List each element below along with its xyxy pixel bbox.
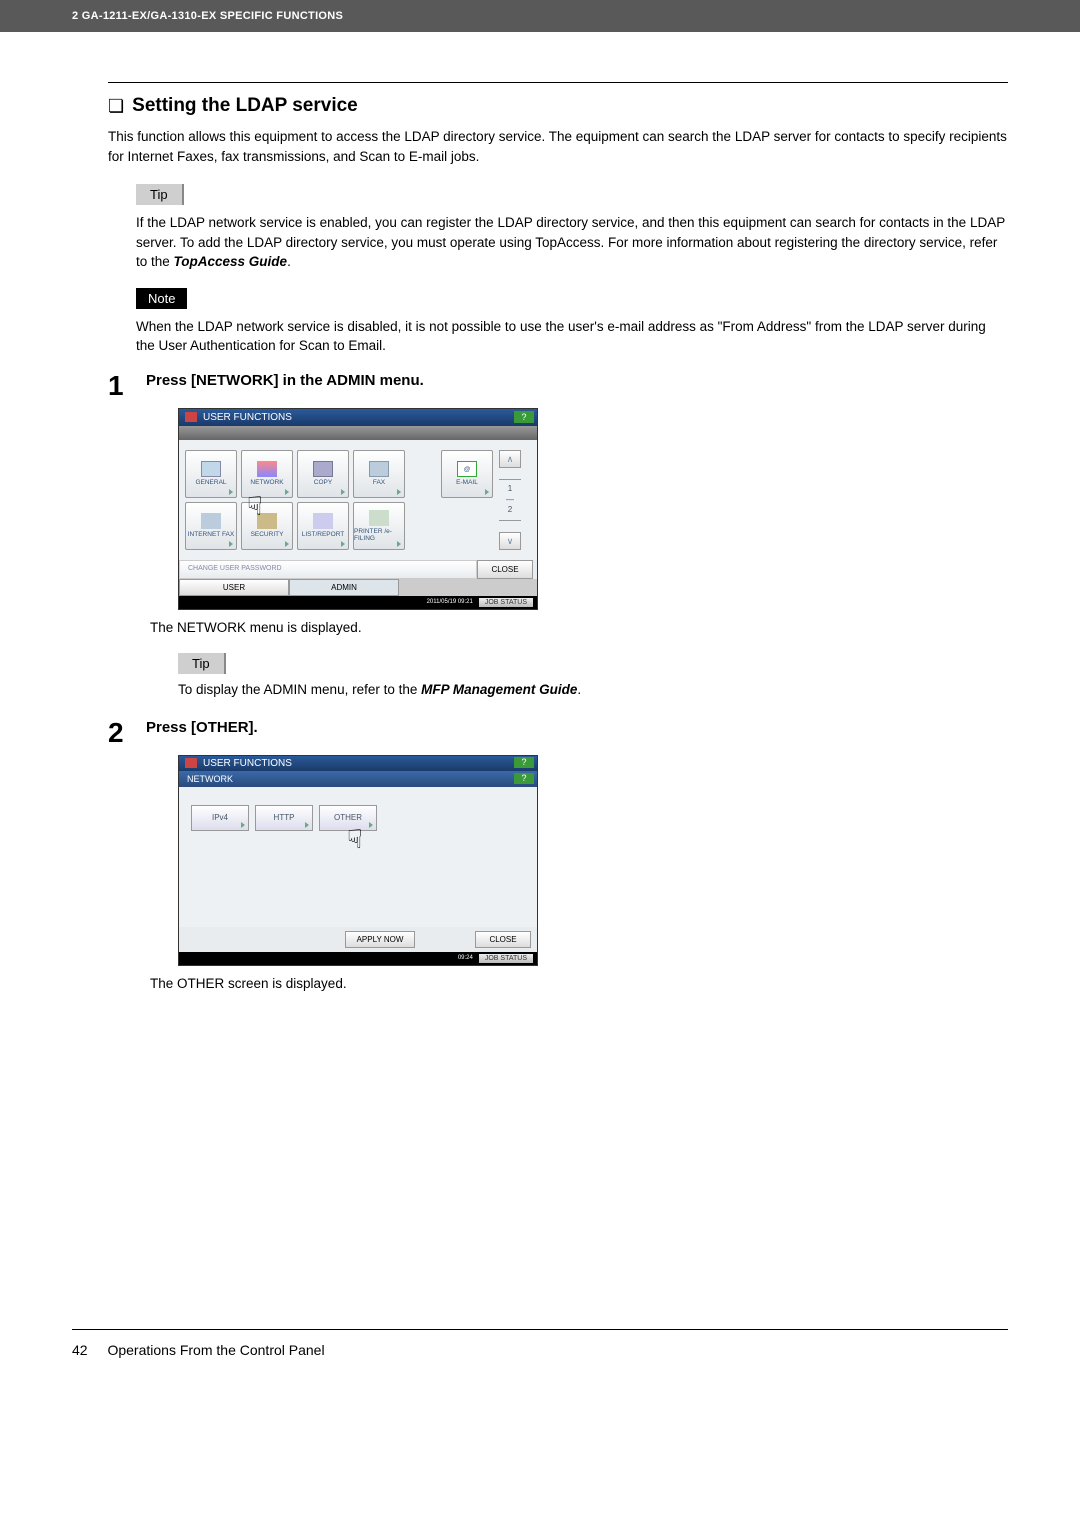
internet-fax-button[interactable]: INTERNET FAX	[185, 502, 237, 550]
home-icon[interactable]	[185, 412, 197, 422]
scroll-up-icon[interactable]: ∧	[499, 450, 521, 468]
tip-label: Tip	[136, 184, 184, 205]
step1-after: The NETWORK menu is displayed.	[150, 620, 1008, 635]
general-button[interactable]: GENERAL	[185, 450, 237, 498]
user-tab[interactable]: USER	[179, 579, 289, 596]
page-footer: 42 Operations From the Control Panel	[0, 1330, 1080, 1388]
screen2-titlebar: USER FUNCTIONS ?	[179, 756, 537, 771]
step-title: Press [NETWORK] in the ADMIN menu.	[146, 372, 1008, 389]
ipv4-button[interactable]: IPv4	[191, 805, 249, 831]
page-header: 2 GA-1211-EX/GA-1310-EX SPECIFIC FUNCTIO…	[0, 0, 1080, 32]
header-text: 2 GA-1211-EX/GA-1310-EX SPECIFIC FUNCTIO…	[72, 10, 343, 22]
note-label: Note	[136, 288, 187, 309]
step-title: Press [OTHER].	[146, 719, 1008, 736]
step-number: 2	[108, 719, 132, 747]
change-password-button[interactable]: CHANGE USER PASSWORD	[179, 560, 477, 579]
section-rule	[108, 82, 1008, 83]
list-report-button[interactable]: LIST/REPORT	[297, 502, 349, 550]
email-button[interactable]: @E-MAIL	[441, 450, 493, 498]
job-status-button[interactable]: JOB STATUS	[479, 954, 533, 963]
pointer-hand-icon: ☟	[347, 824, 363, 855]
close-button[interactable]: CLOSE	[475, 931, 531, 948]
help-icon[interactable]: ?	[514, 757, 534, 768]
tip-text: If the LDAP network service is enabled, …	[136, 213, 1008, 272]
job-status-button[interactable]: JOB STATUS	[479, 598, 533, 607]
printer-efiling-button[interactable]: PRINTER /e-FILING	[353, 502, 405, 550]
home-icon[interactable]	[185, 758, 197, 768]
fax-button[interactable]: FAX	[353, 450, 405, 498]
section-bullet: ❏	[108, 96, 124, 117]
screen1-titlebar: USER FUNCTIONS ?	[179, 409, 537, 426]
timestamp: 2011/05/19 09:21	[427, 599, 473, 605]
page-number: 42	[72, 1342, 88, 1358]
timestamp: 09:24	[458, 955, 473, 961]
footer-text: Operations From the Control Panel	[107, 1342, 324, 1358]
screen1-subbar	[179, 426, 537, 440]
screenshot-1: USER FUNCTIONS ? GENERAL NETWORK COPY FA…	[178, 408, 1008, 610]
copy-button[interactable]: COPY	[297, 450, 349, 498]
http-button[interactable]: HTTP	[255, 805, 313, 831]
step1-tip: To display the ADMIN menu, refer to the …	[178, 682, 1008, 697]
page-indicator: 1—2	[499, 479, 521, 520]
note-text: When the LDAP network service is disable…	[136, 317, 1008, 356]
admin-tab[interactable]: ADMIN	[289, 579, 399, 596]
screen2-title: USER FUNCTIONS	[203, 758, 292, 769]
apply-now-button[interactable]: APPLY NOW	[345, 931, 415, 948]
pointer-hand-icon: ☟	[247, 491, 263, 522]
help-icon[interactable]: ?	[514, 411, 534, 423]
scroll-down-icon[interactable]: ∨	[499, 532, 521, 550]
screen1-title: USER FUNCTIONS	[203, 412, 292, 423]
screen2-subtitle-bar: NETWORK ?	[179, 771, 537, 787]
section-title: ❏ Setting the LDAP service	[108, 95, 1008, 117]
step-number: 1	[108, 372, 132, 400]
step2-after: The OTHER screen is displayed.	[150, 976, 1008, 991]
screenshot-2: USER FUNCTIONS ? NETWORK ? IPv4 HTTP OTH…	[178, 755, 1008, 966]
step-2: 2 Press [OTHER].	[108, 719, 1008, 747]
section-intro: This function allows this equipment to a…	[108, 127, 1008, 166]
step-1: 1 Press [NETWORK] in the ADMIN menu.	[108, 372, 1008, 400]
tip-label: Tip	[178, 653, 226, 674]
close-button[interactable]: CLOSE	[477, 560, 533, 579]
section-heading: Setting the LDAP service	[132, 95, 358, 117]
help-icon[interactable]: ?	[514, 773, 534, 784]
